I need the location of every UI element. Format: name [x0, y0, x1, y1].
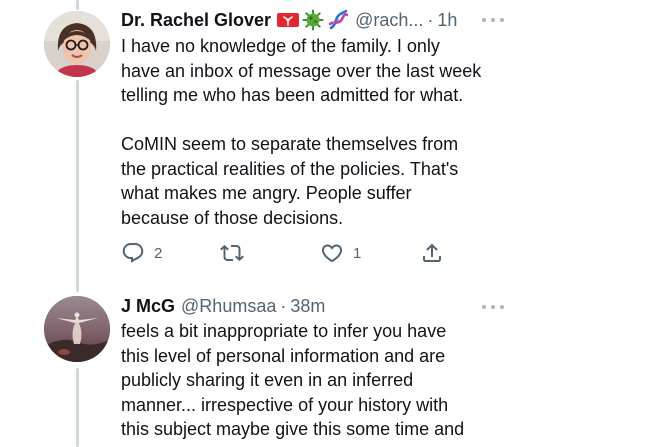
share-icon	[423, 243, 441, 262]
like-button[interactable]: 1	[320, 241, 361, 265]
reply-count: 2	[154, 244, 163, 262]
dna-icon	[328, 9, 349, 30]
tweet-header: Dr. Rachel Glover @rach... · 1h	[121, 8, 509, 32]
share-button[interactable]	[420, 241, 444, 265]
timestamp[interactable]: 1h	[437, 10, 457, 31]
virus-icon	[302, 9, 324, 31]
reply-icon	[122, 243, 144, 263]
author-name[interactable]: J McG	[121, 296, 175, 317]
avatar[interactable]	[44, 296, 110, 362]
reply-button[interactable]: 2	[121, 241, 162, 265]
heart-icon	[321, 244, 343, 263]
author-name[interactable]: Dr. Rachel Glover	[121, 10, 271, 31]
separator-dot: ·	[427, 9, 434, 30]
timestamp[interactable]: 38m	[290, 296, 325, 317]
retweet-icon	[220, 244, 244, 262]
author-handle[interactable]: @rach...	[355, 10, 423, 31]
tweet-text: feels a bit inappropriate to infer you h…	[121, 321, 465, 439]
author-handle[interactable]: @Rhumsaa	[181, 296, 276, 317]
more-options-icon[interactable]	[482, 15, 504, 25]
tweet-actions: 2 1	[121, 241, 451, 265]
more-options-icon[interactable]	[482, 302, 504, 312]
isle-of-man-flag-icon	[277, 13, 300, 27]
tweet-text: I have no knowledge of the family. I onl…	[121, 36, 482, 228]
name-emojis	[277, 9, 349, 31]
tweet[interactable]: J McG @Rhumsaa · 38m feels a bit inappro…	[0, 290, 659, 447]
like-count: 1	[353, 244, 362, 262]
tweet[interactable]: Dr. Rachel Glover @rach... · 1h I have n…	[0, 0, 659, 290]
avatar[interactable]	[44, 11, 110, 77]
retweet-button[interactable]	[220, 241, 253, 265]
tweet-header: J McG @Rhumsaa · 38m	[121, 294, 509, 318]
separator-dot: ·	[280, 295, 287, 316]
